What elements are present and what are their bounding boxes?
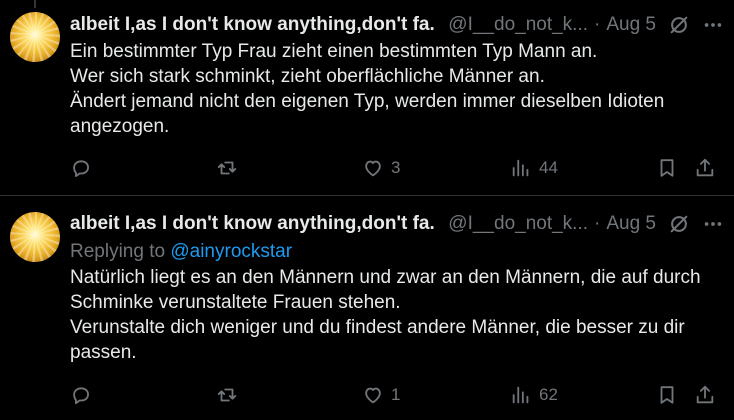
tweet-header: albeit I,as I don't know anything,don't … (70, 212, 724, 236)
tweet-text-line: Verunstalte dich weniger und du findest … (70, 317, 685, 338)
tweet-text-line: Natürlich liegt es an den Männern und zw… (70, 267, 701, 288)
tweet-text-line: Ein bestimmter Typ Frau zieht einen best… (70, 41, 598, 62)
tweet[interactable]: albeit I,as I don't know anything,don't … (0, 196, 734, 420)
like-icon (365, 160, 381, 177)
view-count: 44 (539, 158, 558, 177)
reply-icon (73, 387, 89, 404)
like-button[interactable]: 3 (362, 156, 400, 180)
replying-to: Replying to @ainyrockstar (70, 239, 292, 264)
share-button[interactable] (694, 156, 716, 180)
tweet-text: Natürlich liegt es an den Männern und zw… (70, 265, 720, 365)
share-icon (696, 158, 714, 177)
like-count: 3 (391, 158, 401, 177)
retweet-icon (217, 388, 237, 402)
reply-icon (73, 160, 89, 177)
like-icon (365, 387, 381, 404)
tweet-text-line: Schminke verunstaltete Frauen stehen. (70, 292, 401, 313)
views-icon (512, 386, 529, 404)
views-button[interactable]: 44 (510, 156, 558, 180)
mention-link[interactable]: @ainyrockstar (170, 241, 292, 262)
bookmark-icon (660, 386, 674, 404)
author-name[interactable]: albeit I,as I don't know anything,don't … (70, 212, 436, 236)
bookmark-button[interactable] (656, 383, 678, 407)
like-button[interactable]: 1 (362, 383, 400, 407)
avatar[interactable] (10, 12, 60, 62)
more-icon[interactable] (702, 213, 724, 235)
tweet-header: albeit I,as I don't know anything,don't … (70, 13, 724, 37)
bookmark-button[interactable] (656, 156, 678, 180)
tweet-text-line: Ändert jemand nicht den eigenen Typ, wer… (70, 91, 665, 112)
reply-button[interactable] (70, 156, 99, 180)
tweet-text: Ein bestimmter Typ Frau zieht einen best… (70, 39, 720, 139)
tweet[interactable]: albeit I,as I don't know anything,don't … (0, 0, 734, 196)
grok-icon[interactable] (668, 14, 690, 36)
replying-prefix: Replying to (70, 241, 171, 262)
views-icon (512, 159, 529, 177)
avatar[interactable] (10, 212, 60, 262)
share-button[interactable] (694, 383, 716, 407)
reply-button[interactable] (70, 383, 99, 407)
action-bar: 1 62 (70, 383, 720, 407)
grok-icon[interactable] (668, 213, 690, 235)
like-count: 1 (391, 385, 401, 404)
views-button[interactable]: 62 (510, 383, 558, 407)
retweet-button[interactable] (216, 156, 245, 180)
action-bar: 3 44 (70, 156, 720, 180)
bookmark-icon (660, 159, 674, 177)
tweet-text-line: Wer sich stark schminkt, zieht oberfläch… (70, 66, 545, 87)
separator-dot: · (594, 213, 601, 234)
tweet-text-line: passen. (70, 342, 137, 363)
more-icon[interactable] (702, 14, 724, 36)
author-handle[interactable]: @I__do_not_k... (448, 13, 588, 37)
tweet-date[interactable]: Aug 5 (606, 212, 656, 236)
view-count: 62 (539, 385, 558, 404)
tweet-text-line: angezogen. (70, 116, 170, 137)
retweet-icon (217, 161, 237, 175)
separator-dot: · (594, 14, 601, 35)
tweet-date[interactable]: Aug 5 (606, 13, 656, 37)
author-handle[interactable]: @I__do_not_k... (448, 212, 588, 236)
author-name[interactable]: albeit I,as I don't know anything,don't … (70, 13, 436, 37)
retweet-button[interactable] (216, 383, 245, 407)
share-icon (696, 385, 714, 404)
